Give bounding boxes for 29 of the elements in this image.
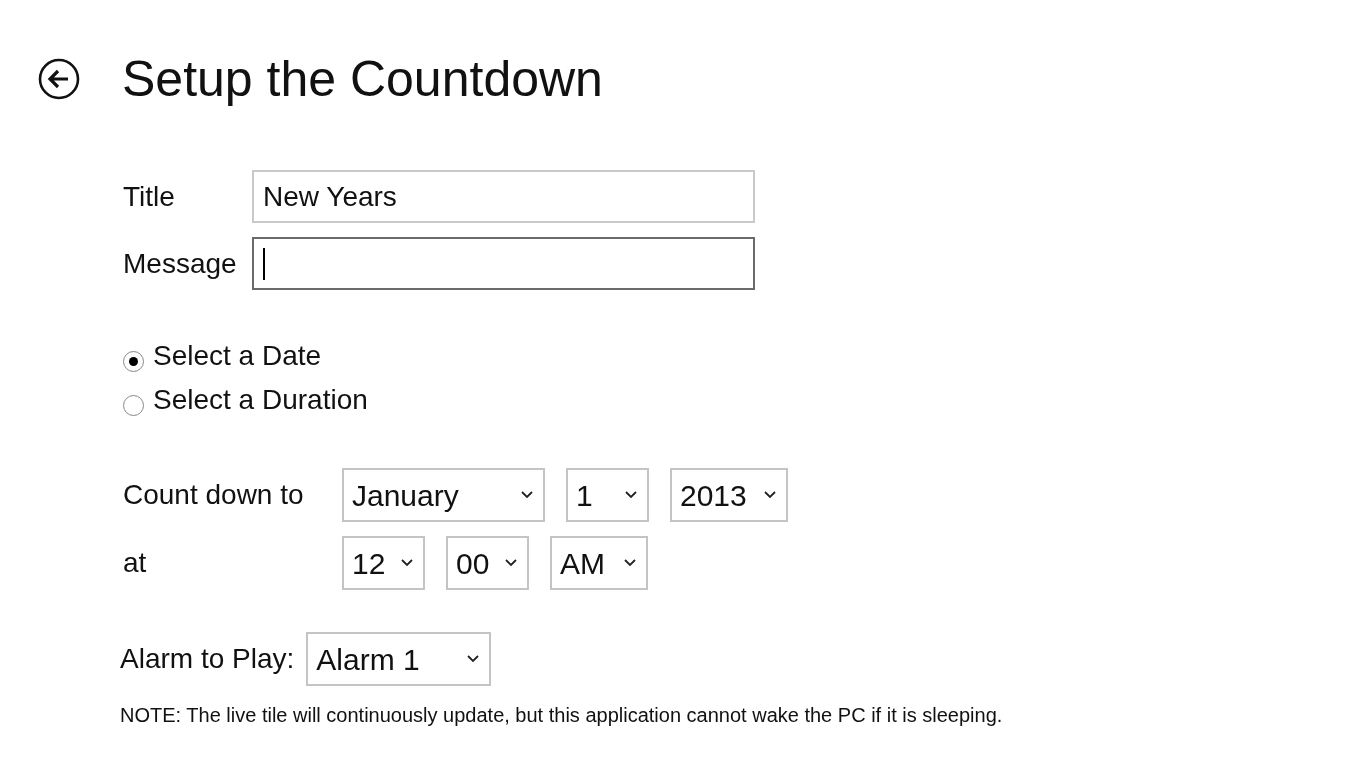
field-label: at xyxy=(123,546,148,580)
radio-button[interactable] xyxy=(123,350,144,372)
caret-icon xyxy=(505,559,517,567)
field-label: Count down to xyxy=(123,478,305,512)
text-field[interactable] xyxy=(252,237,755,290)
text-cursor xyxy=(263,247,265,280)
caret-icon xyxy=(467,655,480,663)
dropdown[interactable]: January xyxy=(342,468,545,522)
dropdown[interactable]: 00 xyxy=(446,536,529,590)
radio-label[interactable]: Select a Duration xyxy=(153,379,368,421)
caret-icon xyxy=(764,491,776,499)
dropdown[interactable]: AM xyxy=(550,536,648,590)
dropdown[interactable]: 1 xyxy=(566,468,649,522)
radio-label[interactable]: Select a Date xyxy=(153,335,322,377)
caret-icon xyxy=(625,491,637,499)
note-text: NOTE: The live tile will continuously update, but this application cannot wake the PC if it is sleeping. xyxy=(120,703,1004,728)
text-field[interactable]: New Years xyxy=(252,170,755,223)
field-label: Alarm to Play: xyxy=(120,642,295,676)
back-button[interactable] xyxy=(38,58,80,100)
page-title: Setup the Countdown xyxy=(122,54,603,104)
radio-button[interactable] xyxy=(123,394,144,416)
caret-icon xyxy=(624,559,636,567)
caret-icon xyxy=(401,559,413,567)
field-label: Title xyxy=(123,179,176,214)
field-label: Message xyxy=(123,246,238,281)
dropdown[interactable]: 2013 xyxy=(670,468,788,522)
dropdown[interactable]: Alarm 1 xyxy=(306,632,492,686)
caret-icon xyxy=(521,491,533,499)
dropdown[interactable]: 12 xyxy=(342,536,425,590)
